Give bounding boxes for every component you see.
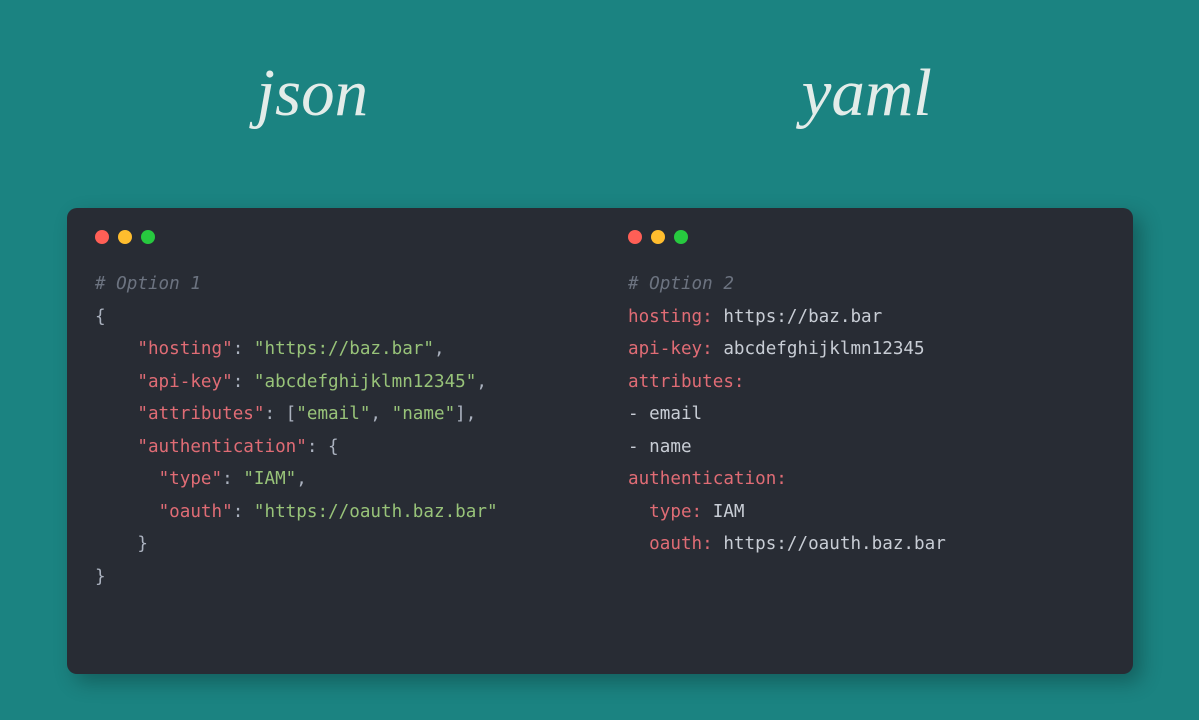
heading-right-wrap: yaml xyxy=(590,55,1199,132)
yaml-attr-v2: - name xyxy=(628,437,692,457)
yaml-oauth-val: https://oauth.baz.bar xyxy=(713,534,946,554)
json-apikey-val: "abcdefghijklmn12345" xyxy=(254,372,476,392)
yaml-type-val: IAM xyxy=(702,502,744,522)
json-oauth-val: "https://oauth.baz.bar" xyxy=(254,502,498,522)
close-icon xyxy=(628,230,642,244)
yaml-auth-key: authentication: xyxy=(628,469,787,489)
minimize-icon xyxy=(118,230,132,244)
json-attr-v1: "email" xyxy=(296,404,370,424)
yaml-attr-key: attributes: xyxy=(628,372,745,392)
close-icon xyxy=(95,230,109,244)
json-hosting-val: "https://baz.bar" xyxy=(254,339,434,359)
json-pane: # Option 1 { "hosting": "https://baz.bar… xyxy=(67,208,600,674)
yaml-apikey-key: api-key: xyxy=(628,339,713,359)
heading-yaml: yaml xyxy=(802,56,932,130)
json-hosting-key: "hosting" xyxy=(137,339,232,359)
json-apikey-key: "api-key" xyxy=(137,372,232,392)
heading-left-wrap: json xyxy=(0,55,590,132)
yaml-type-key: type: xyxy=(628,502,702,522)
yaml-code: # Option 2 hosting: https://baz.bar api-… xyxy=(628,268,1107,561)
headings-row: json yaml xyxy=(0,55,1199,132)
yaml-attr-v1: - email xyxy=(628,404,702,424)
json-close-brace: } xyxy=(95,567,106,587)
yaml-hosting-val: https://baz.bar xyxy=(713,307,882,327)
traffic-lights-left xyxy=(95,230,574,244)
heading-json: json xyxy=(256,56,368,130)
json-close-inner: } xyxy=(95,534,148,554)
json-type-key: "type" xyxy=(159,469,223,489)
json-oauth-key: "oauth" xyxy=(159,502,233,522)
json-auth-key: "authentication" xyxy=(137,437,306,457)
maximize-icon xyxy=(141,230,155,244)
maximize-icon xyxy=(674,230,688,244)
traffic-lights-right xyxy=(628,230,1107,244)
json-open-brace: { xyxy=(95,307,106,327)
terminal-window: # Option 1 { "hosting": "https://baz.bar… xyxy=(67,208,1133,674)
json-type-val: "IAM" xyxy=(243,469,296,489)
yaml-apikey-val: abcdefghijklmn12345 xyxy=(713,339,925,359)
yaml-oauth-key: oauth: xyxy=(628,534,713,554)
json-code: # Option 1 { "hosting": "https://baz.bar… xyxy=(95,268,574,593)
yaml-pane: # Option 2 hosting: https://baz.bar api-… xyxy=(600,208,1133,674)
yaml-comment: # Option 2 xyxy=(628,274,734,294)
minimize-icon xyxy=(651,230,665,244)
json-comment: # Option 1 xyxy=(95,274,201,294)
json-attr-v2: "name" xyxy=(392,404,456,424)
yaml-hosting-key: hosting: xyxy=(628,307,713,327)
json-attr-key: "attributes" xyxy=(137,404,264,424)
